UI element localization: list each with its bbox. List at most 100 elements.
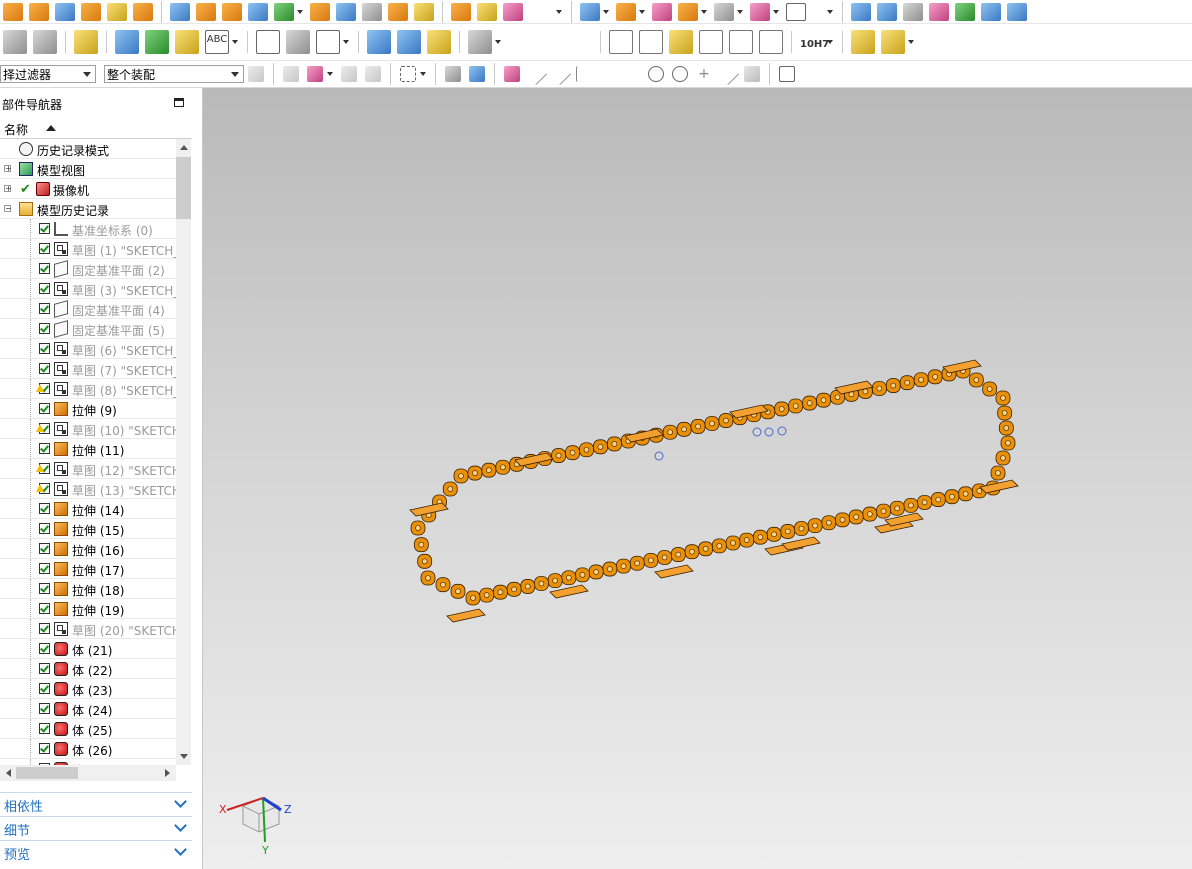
selection-scope-combo[interactable]: 整个装配	[104, 65, 244, 83]
preview-panel-header[interactable]: 预览	[0, 840, 192, 863]
visibility-checkbox[interactable]	[39, 283, 50, 294]
snap-existing-point-icon[interactable]: +	[696, 66, 712, 82]
law-curve-icon[interactable]	[955, 2, 975, 21]
block-tool-icon[interactable]	[55, 2, 75, 21]
visibility-checkbox[interactable]	[39, 403, 50, 414]
scroll-down-icon[interactable]	[180, 754, 188, 759]
select-face-dropdown[interactable]	[327, 72, 333, 76]
tree-row[interactable]: 草图 (13) "SKETCH	[0, 479, 176, 499]
dependencies-panel-header[interactable]: 相依性	[0, 792, 192, 815]
name-column-header[interactable]: 名称	[0, 118, 192, 139]
delete-face-icon[interactable]	[652, 2, 672, 21]
alignment-icon[interactable]	[316, 30, 340, 54]
tree-row[interactable]: 草图 (6) "SKETCH_	[0, 339, 176, 359]
sphere-tool-icon[interactable]	[133, 2, 153, 21]
visibility-checkbox[interactable]	[39, 263, 50, 274]
offset-face-dropdown[interactable]	[639, 9, 645, 14]
slot-tool-icon[interactable]	[310, 2, 330, 21]
tree-row[interactable]: 拉伸 (15)	[0, 519, 176, 539]
tree-row[interactable]: 拉伸 (19)	[0, 599, 176, 619]
visibility-checkbox[interactable]	[39, 603, 50, 614]
visibility-checkbox[interactable]	[39, 323, 50, 334]
maximize-icon[interactable]	[174, 98, 184, 107]
tree-row[interactable]: 体 (21)	[0, 639, 176, 659]
tree-row[interactable]: 固定基准平面 (4)	[0, 299, 176, 319]
scroll-thumb[interactable]	[176, 157, 191, 219]
tree-row[interactable]: + ✔ 摄像机	[0, 179, 176, 199]
tree-row[interactable]: 体 (23)	[0, 679, 176, 699]
snap-midpoint-icon[interactable]	[548, 62, 572, 86]
swept-surface-icon[interactable]	[929, 2, 949, 21]
tube-tool-icon[interactable]	[397, 30, 421, 54]
cylinder-tool-icon[interactable]	[81, 2, 101, 21]
triangle-tool-icon[interactable]	[609, 30, 633, 54]
select-type-icon[interactable]	[283, 66, 299, 82]
tree-expand-toggle[interactable]: +	[4, 185, 12, 193]
assembly-constraint-icon[interactable]	[115, 30, 139, 54]
mesh-surface-icon[interactable]	[877, 2, 897, 21]
tree-row[interactable]: 草图 (10) "SKETCH	[0, 419, 176, 439]
replace-face-dropdown[interactable]	[701, 9, 707, 14]
boss-tool-icon[interactable]	[196, 2, 216, 21]
visibility-checkbox[interactable]	[39, 663, 50, 674]
tree-row[interactable]: 体 (24)	[0, 699, 176, 719]
snap-point-icon[interactable]	[504, 66, 520, 82]
offset-face-icon[interactable]	[616, 2, 636, 21]
snap-on-curve-icon[interactable]	[716, 62, 740, 86]
dimension-tool-icon[interactable]	[759, 30, 783, 54]
sweep-tool-icon[interactable]	[477, 2, 497, 21]
cone-tool-icon[interactable]	[107, 2, 127, 21]
pattern-tool-icon[interactable]	[222, 2, 242, 21]
snap-quadrant-icon[interactable]	[672, 66, 688, 82]
move-face-dropdown[interactable]	[603, 9, 609, 14]
details-panel-header[interactable]: 细节	[0, 816, 192, 839]
tree-row[interactable]: 草图 (12) "SKETCH	[0, 459, 176, 479]
revolve-tool-icon[interactable]	[29, 2, 49, 21]
tree-horizontal-scrollbar[interactable]	[0, 765, 176, 781]
stock-component-icon[interactable]	[851, 30, 875, 54]
select-body-icon[interactable]	[365, 66, 381, 82]
resize-face-icon[interactable]	[714, 2, 734, 21]
snap-endpoint-icon[interactable]	[524, 62, 548, 86]
snap-control-point-icon[interactable]	[576, 66, 592, 82]
tree-row[interactable]: 草图 (8) "SKETCH_	[0, 379, 176, 399]
visibility-checkbox[interactable]	[39, 303, 50, 314]
scroll-left-icon[interactable]	[6, 769, 11, 777]
snap-arc-center-icon[interactable]	[624, 66, 640, 82]
tree-row[interactable]: 草图 (3) "SKETCH_	[0, 279, 176, 299]
snap-circle-icon[interactable]	[648, 66, 664, 82]
scroll-right-icon[interactable]	[165, 769, 170, 777]
tree-vertical-scrollbar[interactable]	[176, 139, 191, 765]
studio-surface-icon[interactable]	[903, 2, 923, 21]
wire-harness-dropdown[interactable]	[495, 40, 501, 44]
selection-filter-combo[interactable]: 择过滤器	[0, 65, 96, 83]
rectangle-select-icon[interactable]	[400, 66, 416, 82]
visibility-checkbox[interactable]	[39, 343, 50, 354]
tree-row[interactable]: + 模型视图	[0, 159, 176, 179]
visibility-checkbox[interactable]	[39, 683, 50, 694]
snap-settings-icon[interactable]	[248, 66, 264, 82]
groove-tool-icon[interactable]	[336, 2, 356, 21]
tree-row[interactable]: 拉伸 (14)	[0, 499, 176, 519]
n-sided-surface-icon[interactable]	[1007, 2, 1027, 21]
table-tool-icon[interactable]	[639, 30, 663, 54]
visibility-checkbox[interactable]	[39, 563, 50, 574]
chain-model[interactable]: X Z Y	[203, 88, 1192, 869]
tree-row[interactable]: 拉伸 (9)	[0, 399, 176, 419]
select-feature-icon[interactable]	[341, 66, 357, 82]
tree-row[interactable]: 草图 (20) "SKETCH	[0, 619, 176, 639]
datum-feature-icon[interactable]	[669, 30, 693, 54]
assembly-array-icon[interactable]	[881, 30, 905, 54]
snap-on-face-icon[interactable]	[744, 66, 760, 82]
cylinder-pad-icon[interactable]	[414, 2, 434, 21]
rectangle-select-dropdown[interactable]	[420, 72, 426, 76]
scroll-thumb[interactable]	[16, 767, 78, 779]
pocket-tool-icon[interactable]	[248, 2, 268, 21]
visibility-checkbox[interactable]	[39, 583, 50, 594]
thread-tool-icon[interactable]	[362, 2, 382, 21]
trim-body-icon[interactable]	[750, 2, 770, 21]
bridge-surface-icon[interactable]	[981, 2, 1001, 21]
move-face-icon[interactable]	[580, 2, 600, 21]
visibility-checkbox[interactable]	[39, 243, 50, 254]
tree-row[interactable]: 草图 (7) "SKETCH_	[0, 359, 176, 379]
